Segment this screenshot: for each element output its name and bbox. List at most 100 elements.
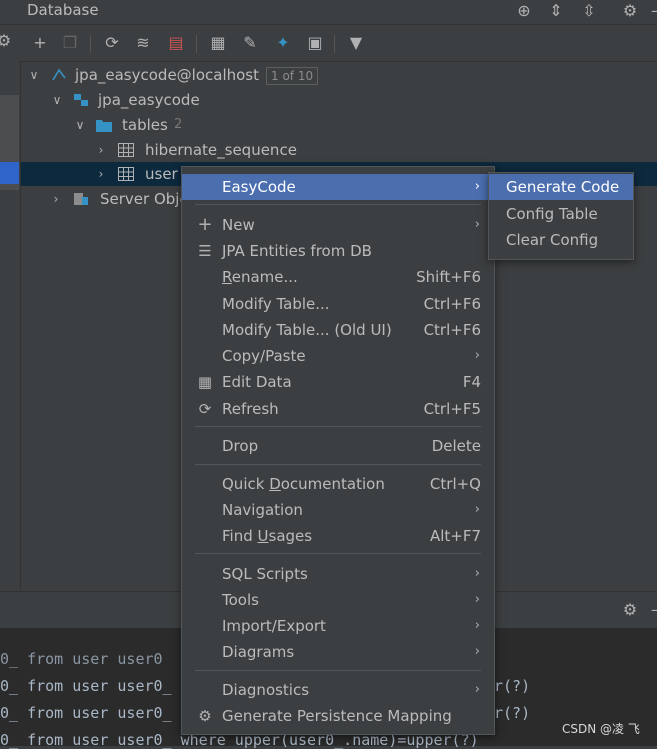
table-icon[interactable]: ▦ [208,33,228,53]
console-line: r(?) [494,704,531,722]
context-menu: EasyCode › + New › ☰ JPA Entities from D… [181,166,495,735]
chevron-down-icon[interactable]: ∨ [50,88,64,112]
gear-icon[interactable]: ⚙ [620,600,640,620]
tree-row-datasource[interactable]: ∨ jpa_easycode@localhost 1 of 10 [21,63,657,87]
schema-tools-icon[interactable]: ≋ [133,33,153,53]
folder-icon [96,120,112,132]
expand-all-icon[interactable]: ⇕ [546,1,566,21]
tree-row-schema[interactable]: ∨ jpa_easycode [21,88,657,112]
tree-label: hibernate_sequence [145,141,297,159]
menu-label: Clear Config [506,231,599,249]
console-line: 0_ from user user0_ [0,677,172,695]
menu-label: Diagnostics [222,681,310,699]
menu-item-find-usages[interactable]: Find Usages Alt+F7 [182,523,494,549]
label-part: ocumentation [280,475,385,493]
menu-item-modify-table-old[interactable]: Modify Table... (Old UI) Ctrl+F6 [182,317,494,343]
settings-icon[interactable]: ⚙ [0,31,14,51]
label-part: Quick [222,475,270,493]
query-console-icon[interactable]: ▣ [305,33,325,53]
chevron-down-icon[interactable]: ∨ [27,63,41,87]
filter-icon[interactable]: ▼ [346,33,366,53]
database-icon: ☰ [198,242,212,260]
tree-label: Server Obje [100,190,189,208]
chevron-right-icon: › [474,644,480,659]
submenu-item-clear-config[interactable]: Clear Config [489,227,633,253]
menu-separator [195,553,481,554]
menu-item-quick-documentation[interactable]: Quick Documentation Ctrl+Q [182,471,494,497]
table-icon [118,143,134,157]
menu-item-copy-paste[interactable]: Copy/Paste › [182,343,494,369]
shortcut: Shift+F6 [416,268,481,286]
edit-icon[interactable]: ✎ [240,33,260,53]
tree-label: jpa_easycode@localhost [75,66,259,84]
chevron-down-icon[interactable]: ∨ [73,113,87,137]
collapse-all-icon[interactable]: ⇳ [579,1,599,21]
menu-separator [195,204,481,205]
chevron-right-icon: › [474,348,480,363]
database-toolbar: + ❐ ⟳ ≋ ▤ ▦ ✎ ✦ ▣ ▼ [20,25,657,62]
crosshair-icon[interactable]: ⊕ [514,1,534,21]
jump-to-icon[interactable]: ✦ [273,33,293,53]
refresh-icon: ⟳ [198,400,212,418]
mnemonic: D [269,475,281,493]
menu-item-new[interactable]: + New › [182,212,494,238]
chevron-right-icon[interactable]: › [94,162,108,186]
hide-icon[interactable]: – [645,600,657,620]
disconnect-icon[interactable]: ▤ [166,33,186,53]
menu-separator [195,670,481,671]
datasource-icon [52,68,66,81]
tree-row-table[interactable]: › hibernate_sequence [21,138,657,162]
menu-item-tools[interactable]: Tools › [182,587,494,613]
hide-icon[interactable]: – [645,1,657,21]
menu-item-generate-persistence-mapping[interactable]: ⚙ Generate Persistence Mapping [182,703,494,729]
menu-item-modify-table[interactable]: Modify Table... Ctrl+F6 [182,291,494,317]
shortcut: F4 [462,373,481,391]
menu-label: Import/Export [222,617,326,635]
title-bar: Database ⊕ ⇕ ⇳ ⚙ – [0,0,657,25]
refresh-icon[interactable]: ⟳ [102,33,122,53]
tree-row-tables[interactable]: ∨ tables 2 [21,113,657,137]
menu-item-diagrams[interactable]: Diagrams › [182,639,494,665]
console-line: r(?) [494,677,531,695]
label-part: Find [222,527,258,545]
console-line: 0_ from user user0_ [0,704,172,722]
console-line: 0_ from user user0 [0,650,163,668]
menu-item-jpa-entities[interactable]: ☰ JPA Entities from DB [182,238,494,264]
tree-label: jpa_easycode [98,91,200,109]
add-icon[interactable]: + [30,33,50,53]
gear-icon[interactable]: ⚙ [620,1,640,21]
menu-item-navigation[interactable]: Navigation › [182,497,494,523]
watermark: CSDN @凌 飞 [562,722,640,736]
menu-item-import-export[interactable]: Import/Export › [182,613,494,639]
shortcut: Alt+F7 [429,527,481,545]
table-icon: ▦ [197,373,213,391]
submenu-item-generate-code[interactable]: Generate Code [489,174,633,200]
chevron-right-icon[interactable]: › [94,138,108,162]
menu-label: Diagrams [222,643,295,661]
toolbar-separator [90,35,91,53]
chevron-right-icon[interactable]: › [49,187,63,211]
menu-separator [195,426,481,427]
chevron-right-icon: › [474,217,480,232]
persistence-icon: ⚙ [198,707,212,725]
menu-label: Generate Persistence Mapping [222,707,452,725]
menu-item-drop[interactable]: Drop Delete [182,433,494,459]
menu-item-edit-data[interactable]: ▦ Edit Data F4 [182,369,494,395]
chevron-right-icon: › [474,179,480,194]
menu-item-rename[interactable]: Rename... Shift+F6 [182,264,494,290]
menu-item-easycode[interactable]: EasyCode › [182,174,494,200]
menu-item-diagnostics[interactable]: Diagnostics › [182,677,494,703]
menu-item-refresh[interactable]: ⟳ Refresh Ctrl+F5 [182,396,494,422]
menu-item-sql-scripts[interactable]: SQL Scripts › [182,561,494,587]
schema-count-badge[interactable]: 1 of 10 [266,67,319,85]
menu-label: Generate Code [506,178,620,196]
submenu-item-config-table[interactable]: Config Table [489,201,633,227]
duplicate-icon[interactable]: ❐ [60,33,80,53]
menu-label: Rename... [222,264,298,290]
menu-label: Navigation [222,501,303,519]
tree-label: user [145,165,178,183]
menu-label: Modify Table... (Old UI) [222,321,392,339]
toolbar-separator [196,35,197,53]
chevron-right-icon: › [474,592,480,607]
shortcut: Delete [431,437,481,455]
